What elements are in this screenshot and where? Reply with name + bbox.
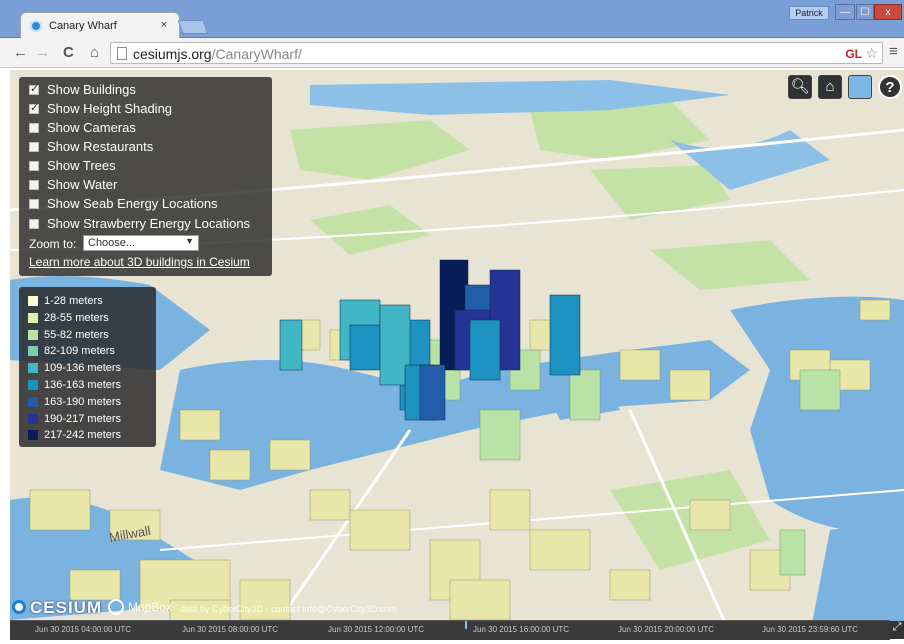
legend-label: 190-217 meters <box>44 412 122 425</box>
legend-label: 28-55 meters <box>44 311 109 324</box>
chevron-down-icon: ▼ <box>185 236 194 246</box>
cesium-logo-icon <box>12 600 26 614</box>
bookmark-star-icon[interactable]: ☆ <box>865 45 878 62</box>
profile-button[interactable]: Patrick <box>789 6 829 20</box>
tab-title: Canary Wharf <box>49 20 117 32</box>
timeline-tick-label: Jun 30 2015 20:00:00 UTC <box>618 625 715 634</box>
toggle-label: Show Strawberry Energy Locations <box>47 216 251 231</box>
legend-swatch <box>28 312 38 323</box>
toggle-checkbox[interactable] <box>29 161 39 171</box>
toggle-checkbox[interactable] <box>29 82 39 95</box>
legend-label: 163-190 meters <box>44 395 122 408</box>
home-view-icon[interactable]: ⌂ <box>818 75 842 99</box>
url-host: cesiumjs.org <box>133 46 212 62</box>
cesium-logo-text: CESIUM <box>30 598 103 617</box>
layer-toggle-panel: Show Buildings Show Height Shading Show Ca… <box>19 77 272 276</box>
toggle-checkbox[interactable] <box>29 219 39 229</box>
toggle-label: Show Restaurants <box>47 139 154 154</box>
url-path: /CanaryWharf/ <box>211 46 302 62</box>
toggle-label: Show Cameras <box>47 120 136 135</box>
toggle-label: Show Seab Energy Locations <box>47 196 218 211</box>
home-icon[interactable]: ⌂ <box>90 44 99 61</box>
toggle-checkbox[interactable] <box>29 199 39 209</box>
timeline-tick-label: Jun 30 2015 04:00:00 UTC <box>35 625 132 634</box>
close-window-button[interactable]: x <box>874 4 902 20</box>
reload-icon[interactable]: C <box>63 44 74 61</box>
timeline-tick-label: Jun 30 2015 12:00:00 UTC <box>328 625 425 634</box>
legend-label: 136-163 meters <box>44 379 122 391</box>
search-icon[interactable]: 🔍︎ <box>788 75 812 99</box>
browser-titlebar: Canary Wharf × Patrick — ☐ x <box>0 0 904 38</box>
webgl-icon[interactable]: GL <box>845 47 862 61</box>
toggle-checkbox[interactable] <box>29 142 39 152</box>
maximize-button[interactable]: ☐ <box>856 4 874 20</box>
timeline-tick-label: Jun 30 2015 16:00:00 UTC <box>473 625 570 634</box>
legend-label: 1-28 meters <box>44 295 103 307</box>
zoom-to-value: Choose... <box>88 237 136 249</box>
toggle-label: Show Height Shading <box>47 101 173 116</box>
help-icon[interactable]: ? <box>878 75 902 99</box>
legend-label: 109-136 meters <box>44 362 122 375</box>
browser-tab[interactable]: Canary Wharf × <box>20 12 180 38</box>
legend-label: 82-109 meters <box>44 345 115 358</box>
data-credit-text[interactable]: data by CyberCity3D - contact info@Cyber… <box>180 604 397 614</box>
minimize-button[interactable]: — <box>835 4 855 20</box>
timeline-tick-label: Jun 30 2015 23:59:60 UTC <box>762 625 859 634</box>
browser-toolbar: ← → C ⌂ cesiumjs.org/CanaryWharf/ GL ☆ ≡ <box>0 38 904 68</box>
legend-swatch <box>28 413 38 424</box>
toggle-checkbox[interactable] <box>29 180 39 190</box>
base-layer-picker-icon[interactable] <box>848 75 872 99</box>
address-bar[interactable]: cesiumjs.org/CanaryWharf/ GL ☆ <box>110 42 883 64</box>
toggle-checkbox[interactable] <box>29 101 39 114</box>
toggle-label: Show Water <box>47 177 118 192</box>
timeline-needle[interactable] <box>465 621 467 629</box>
zoom-to-select[interactable]: Choose... ▼ <box>83 235 199 251</box>
legend-swatch <box>28 363 38 374</box>
browser-menu-icon[interactable]: ≡ <box>889 43 898 60</box>
forward-arrow-icon[interactable]: → <box>35 44 50 61</box>
mapbox-logo-icon <box>108 599 124 615</box>
toggle-label: Show Buildings <box>47 82 136 97</box>
url-text: cesiumjs.org/CanaryWharf/ <box>133 46 302 62</box>
legend-swatch <box>28 430 38 441</box>
legend-swatch <box>28 346 38 357</box>
legend-swatch <box>28 380 38 390</box>
legend-swatch <box>28 296 38 306</box>
new-tab-button[interactable] <box>177 20 209 34</box>
legend-swatch <box>28 396 38 407</box>
mapbox-logo-text: MapBox <box>128 600 173 614</box>
page-icon <box>117 47 127 60</box>
height-legend: 1-28 meters 28-55 meters 55-82 meters 82-10… <box>19 287 156 447</box>
fullscreen-icon[interactable]: ⤢ <box>890 621 904 639</box>
tab-close-icon[interactable]: × <box>161 19 167 31</box>
legend-label: 55-82 meters <box>44 328 109 341</box>
toggle-checkbox[interactable] <box>29 123 39 133</box>
timeline-tick-label: Jun 30 2015 08:00:00 UTC <box>182 625 279 634</box>
legend-label: 217-242 meters <box>44 429 122 442</box>
learn-more-link[interactable]: Learn more about 3D buildings in Cesium <box>29 255 250 269</box>
back-arrow-icon[interactable]: ← <box>13 44 28 61</box>
toggle-label: Show Trees <box>47 158 116 173</box>
legend-swatch <box>28 329 38 340</box>
cesium-favicon-icon <box>30 20 42 32</box>
zoom-to-label: Zoom to: <box>29 237 77 251</box>
timeline[interactable]: Jun 30 2015 04:00:00 UTC Jun 30 2015 08:0… <box>10 620 890 640</box>
